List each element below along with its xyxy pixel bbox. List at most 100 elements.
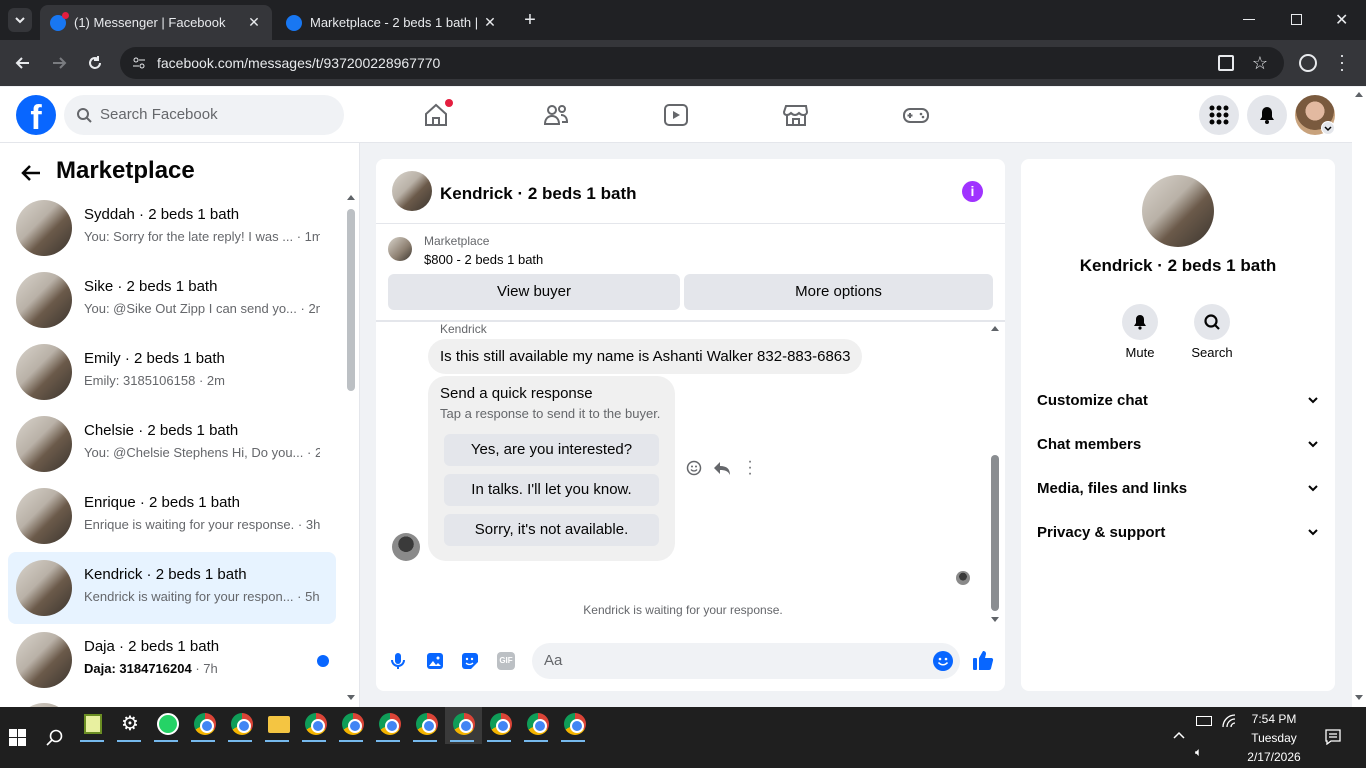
quick-response-not-available-button[interactable]: Sorry, it's not available. bbox=[444, 514, 659, 546]
settings-gear-icon[interactable]: ⚙ bbox=[121, 711, 139, 736]
conversation-item[interactable]: Emily · 2 beds 1 bath Emily: 3185106158 … bbox=[8, 336, 336, 408]
more-options-button[interactable]: More options bbox=[684, 274, 993, 310]
clock-day[interactable]: Tuesday bbox=[1236, 731, 1312, 745]
mute-button[interactable] bbox=[1122, 304, 1158, 340]
incoming-message[interactable]: Is this still available my name is Ashan… bbox=[428, 339, 863, 374]
conversation-item[interactable]: Syddah · 2 beds 1 bath You: Sorry for th… bbox=[8, 192, 336, 264]
volume-icon[interactable]: 🔈︎ bbox=[1195, 745, 1202, 760]
sticker-icon[interactable] bbox=[461, 652, 479, 670]
profile-icon[interactable] bbox=[1299, 54, 1317, 72]
site-settings-icon[interactable] bbox=[132, 56, 146, 70]
facebook-logo-icon[interactable]: f bbox=[16, 95, 56, 135]
view-buyer-button[interactable]: View buyer bbox=[388, 274, 680, 310]
search-input[interactable]: Search Facebook bbox=[64, 95, 344, 135]
voice-clip-icon[interactable] bbox=[390, 652, 406, 670]
friends-icon[interactable] bbox=[541, 100, 571, 130]
more-actions-icon[interactable]: · · · bbox=[747, 454, 753, 482]
video-icon[interactable] bbox=[661, 100, 691, 130]
account-chevron-icon[interactable] bbox=[1321, 121, 1335, 135]
chrome-icon[interactable] bbox=[231, 713, 253, 735]
scrollbar-track[interactable] bbox=[346, 195, 356, 703]
listing-thumbnail bbox=[16, 560, 72, 616]
install-app-icon[interactable] bbox=[1218, 55, 1234, 71]
chrome-icon[interactable] bbox=[194, 713, 216, 735]
notepad-icon[interactable] bbox=[84, 714, 102, 734]
conversation-item-active[interactable]: Kendrick · 2 beds 1 bath Kendrick is wai… bbox=[8, 552, 336, 624]
restore-icon[interactable] bbox=[1291, 14, 1302, 25]
close-window-icon[interactable]: ✕ bbox=[1335, 10, 1348, 30]
chrome-icon[interactable] bbox=[564, 713, 586, 735]
emoji-icon[interactable] bbox=[933, 651, 953, 671]
chrome-icon[interactable] bbox=[527, 713, 549, 735]
customize-chat-section[interactable]: Customize chat bbox=[1037, 392, 1319, 416]
conversation-item[interactable]: Sike · 2 beds 1 bath You: @Sike Out Zipp… bbox=[8, 264, 336, 336]
taskbar-search-icon[interactable] bbox=[46, 729, 64, 747]
scroll-down-arrow-icon[interactable] bbox=[991, 617, 999, 622]
chrome-icon[interactable] bbox=[342, 713, 364, 735]
info-avatar[interactable] bbox=[1142, 175, 1214, 247]
menu-grid-button[interactable] bbox=[1199, 95, 1239, 135]
scroll-up-arrow-icon[interactable] bbox=[347, 195, 355, 200]
chat-title[interactable]: Kendrick · 2 beds 1 bath bbox=[440, 184, 637, 204]
tab-list-chevron-icon[interactable] bbox=[8, 8, 32, 32]
file-explorer-icon[interactable] bbox=[268, 716, 290, 733]
conversation-item[interactable]: Daja · 2 beds 1 bath Daja: 3184716204 · … bbox=[8, 624, 336, 696]
tray-chevron-icon[interactable] bbox=[1172, 730, 1186, 740]
reload-icon[interactable] bbox=[86, 54, 104, 72]
react-emoji-icon[interactable] bbox=[686, 460, 702, 476]
tab-messenger[interactable]: (1) Messenger | Facebook ✕ bbox=[40, 5, 272, 40]
listing-thumbnail bbox=[16, 344, 72, 400]
forward-icon[interactable] bbox=[50, 54, 68, 72]
photo-icon[interactable] bbox=[426, 652, 444, 670]
chrome-icon[interactable] bbox=[379, 713, 401, 735]
clock-time[interactable]: 7:54 PM bbox=[1236, 712, 1312, 726]
chrome-icon[interactable] bbox=[490, 713, 512, 735]
scroll-up-arrow-icon[interactable] bbox=[1355, 92, 1363, 97]
scrollbar-thumb[interactable] bbox=[991, 455, 999, 611]
windows-start-icon[interactable] bbox=[9, 729, 26, 746]
clock-date[interactable]: 2/17/2026 bbox=[1236, 750, 1312, 764]
listing-title[interactable]: $800 - 2 beds 1 bath bbox=[424, 252, 543, 267]
scroll-down-arrow-icon[interactable] bbox=[347, 695, 355, 700]
whatsapp-icon[interactable] bbox=[157, 713, 179, 735]
browser-menu-icon[interactable]: · · · bbox=[1337, 46, 1347, 78]
chat-header-avatar[interactable] bbox=[392, 171, 432, 211]
info-icon[interactable]: i bbox=[962, 181, 983, 202]
search-conversation-button[interactable] bbox=[1194, 304, 1230, 340]
like-thumb-icon[interactable] bbox=[972, 649, 994, 671]
chrome-icon[interactable] bbox=[416, 713, 438, 735]
conversation-item[interactable]: Chelsie · 2 beds 1 bath You: @Chelsie St… bbox=[8, 408, 336, 480]
minimize-icon[interactable] bbox=[1243, 19, 1255, 20]
chrome-icon-active[interactable] bbox=[453, 713, 475, 735]
back-icon[interactable] bbox=[14, 54, 32, 72]
scroll-down-arrow-icon[interactable] bbox=[1355, 695, 1363, 700]
page-scrollbar[interactable] bbox=[1352, 87, 1366, 707]
conversation-item[interactable]: Enrique · 2 beds 1 bath Enrique is waiti… bbox=[8, 480, 336, 552]
notifications-bell-button[interactable] bbox=[1247, 95, 1287, 135]
privacy-support-section[interactable]: Privacy & support bbox=[1037, 524, 1319, 548]
tab-close-icon[interactable]: ✕ bbox=[482, 14, 498, 31]
chrome-icon[interactable] bbox=[305, 713, 327, 735]
reply-icon[interactable] bbox=[713, 460, 731, 476]
marketplace-icon[interactable] bbox=[781, 100, 811, 130]
home-icon[interactable] bbox=[421, 99, 453, 130]
chat-scrollbar[interactable] bbox=[990, 324, 1000, 624]
new-tab-icon[interactable]: + bbox=[520, 10, 540, 30]
address-bar[interactable]: facebook.com/messages/t/937200228967770 … bbox=[120, 47, 1284, 79]
message-input[interactable]: Aa bbox=[532, 643, 960, 679]
scroll-up-arrow-icon[interactable] bbox=[991, 326, 999, 331]
quick-response-in-talks-button[interactable]: In talks. I'll let you know. bbox=[444, 474, 659, 506]
media-files-links-section[interactable]: Media, files and links bbox=[1037, 480, 1319, 504]
action-center-icon[interactable] bbox=[1325, 729, 1341, 745]
back-arrow-icon[interactable] bbox=[20, 162, 42, 184]
tab-close-icon[interactable]: ✕ bbox=[246, 14, 262, 31]
gaming-icon[interactable] bbox=[901, 100, 931, 130]
wifi-icon[interactable] bbox=[1222, 714, 1236, 728]
bookmark-star-icon[interactable]: ☆ bbox=[1252, 47, 1268, 79]
chat-members-section[interactable]: Chat members bbox=[1037, 436, 1319, 460]
quick-response-yes-button[interactable]: Yes, are you interested? bbox=[444, 434, 659, 466]
battery-icon[interactable] bbox=[1196, 716, 1212, 726]
scrollbar-thumb[interactable] bbox=[347, 209, 355, 391]
gif-icon[interactable]: GIF bbox=[497, 652, 515, 670]
tab-marketplace[interactable]: Marketplace - 2 beds 1 bath | Fa ✕ bbox=[276, 5, 508, 40]
